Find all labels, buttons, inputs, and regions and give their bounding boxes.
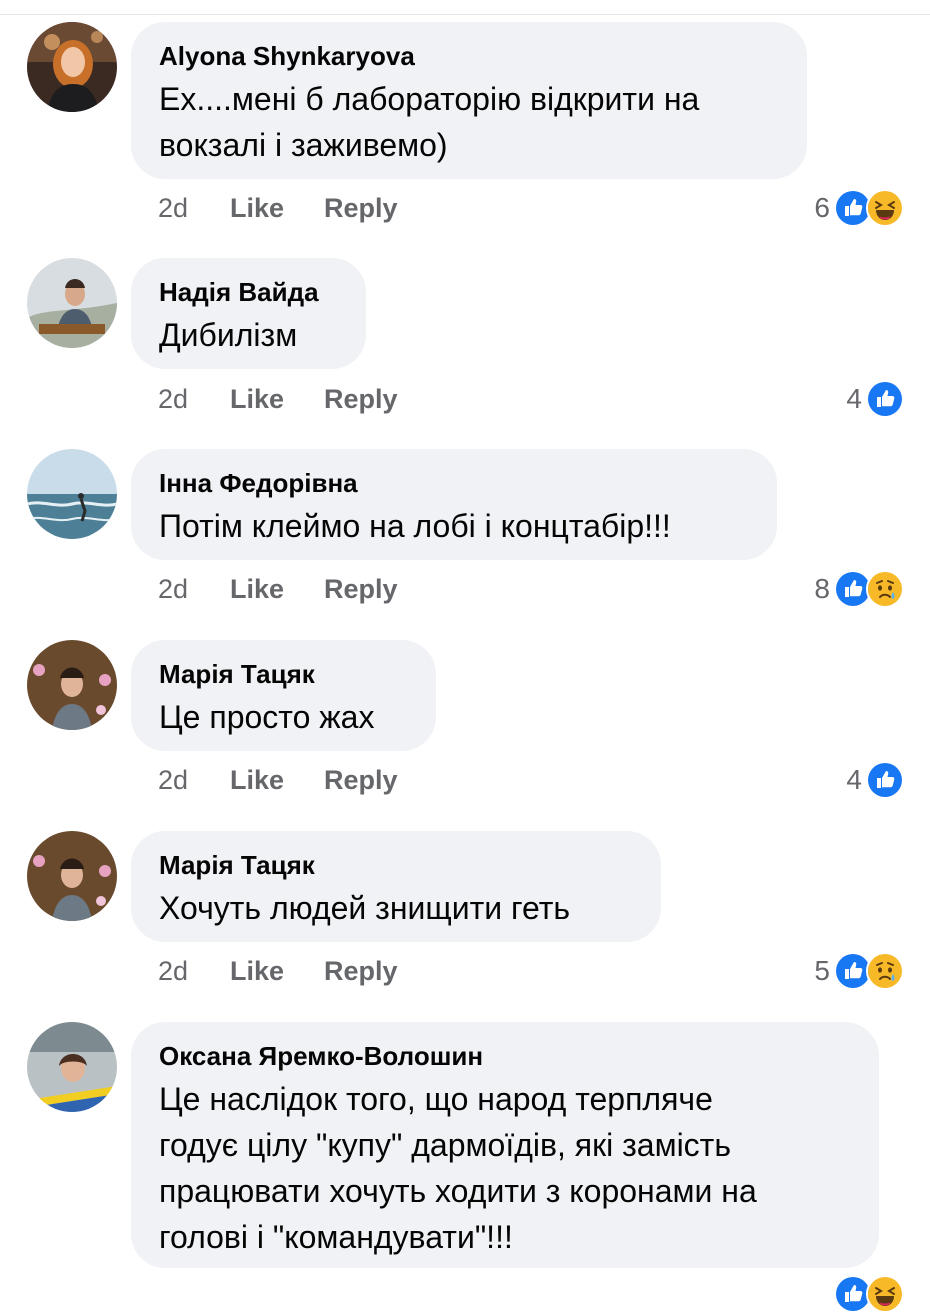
like-button[interactable]: Like [230, 188, 324, 228]
comment-text: Ex....мені б лабораторію відкрити на вок… [159, 81, 700, 163]
comment-bubble: Оксана Яремко-Волошин Це наслідок того, … [131, 1022, 879, 1268]
reaction-count: 8 [814, 573, 830, 604]
comment-author[interactable]: Alyona Shynkaryova [159, 40, 779, 72]
comment-bubble: Інна Федорівна Потім клеймо на лобі і ко… [131, 449, 777, 560]
reply-button[interactable]: Reply [324, 569, 398, 609]
comment-author[interactable]: Інна Федорівна [159, 467, 749, 499]
comment-text: Це наслідок того, що народ терпляче году… [159, 1081, 757, 1255]
sad-icon [866, 952, 904, 990]
comment-text: Дибилізм [159, 317, 298, 353]
comment-bubble: Alyona Shynkaryova Ex....мені б лаборато… [131, 22, 807, 179]
reaction-count: 4 [846, 383, 862, 414]
reaction-summary[interactable]: 5 [814, 951, 904, 991]
avatar[interactable] [27, 22, 117, 112]
comment-text: Це просто жах [159, 699, 375, 735]
comment-time[interactable]: 2d [158, 379, 230, 419]
like-button[interactable]: Like [230, 951, 324, 991]
comment-actions: 2d Like Reply [158, 379, 398, 419]
comment-bubble: Марія Тацяк Це просто жах [131, 640, 436, 751]
comment-bubble: Марія Тацяк Хочуть людей знищити геть [131, 831, 661, 942]
avatar[interactable] [27, 831, 117, 921]
comment-time[interactable]: 2d [158, 569, 230, 609]
top-divider [0, 14, 930, 15]
like-icon [866, 380, 904, 418]
comment-actions: 2d Like Reply [158, 951, 398, 991]
reply-button[interactable]: Reply [324, 760, 398, 800]
reply-button[interactable]: Reply [324, 951, 398, 991]
reaction-summary[interactable] [834, 1274, 904, 1314]
avatar[interactable] [27, 449, 117, 539]
comment-actions: 2d Like Reply [158, 760, 398, 800]
reaction-summary[interactable]: 6 [814, 188, 904, 228]
comment-author[interactable]: Марія Тацяк [159, 658, 408, 690]
like-icon [866, 761, 904, 799]
comment-actions: 2d Like Reply [158, 188, 398, 228]
avatar[interactable] [27, 258, 117, 348]
avatar[interactable] [27, 1022, 117, 1112]
comment-time[interactable]: 2d [158, 951, 230, 991]
haha-icon [866, 189, 904, 227]
like-button[interactable]: Like [230, 760, 324, 800]
comment-author[interactable]: Оксана Яремко-Волошин [159, 1040, 851, 1072]
reaction-summary[interactable]: 4 [846, 379, 904, 419]
reaction-count: 5 [814, 955, 830, 986]
like-button[interactable]: Like [230, 379, 324, 419]
comment-bubble: Надія Вайда Дибилізм [131, 258, 366, 369]
comment-time[interactable]: 2d [158, 760, 230, 800]
comment-actions: 2d Like Reply [158, 569, 398, 609]
like-button[interactable]: Like [230, 569, 324, 609]
comment-text: Потім клеймо на лобі і концтабір!!! [159, 508, 671, 544]
reply-button[interactable]: Reply [324, 379, 398, 419]
sad-icon [866, 570, 904, 608]
reaction-summary[interactable]: 4 [846, 760, 904, 800]
comment-author[interactable]: Надія Вайда [159, 276, 338, 308]
reaction-summary[interactable]: 8 [814, 569, 904, 609]
reaction-count: 6 [814, 192, 830, 223]
reply-button[interactable]: Reply [324, 188, 398, 228]
avatar[interactable] [27, 640, 117, 730]
haha-icon [866, 1275, 904, 1313]
comment-time[interactable]: 2d [158, 188, 230, 228]
reaction-count: 4 [846, 764, 862, 795]
comment-author[interactable]: Марія Тацяк [159, 849, 633, 881]
comment-text: Хочуть людей знищити геть [159, 890, 571, 926]
